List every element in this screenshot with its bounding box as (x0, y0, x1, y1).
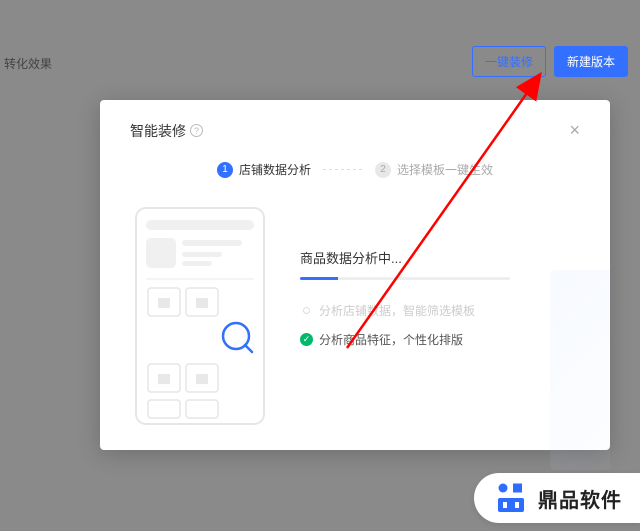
task-done: ✓ 分析商品特征，个性化排版 (300, 331, 580, 348)
smart-decorate-modal: 智能装修 ? × 1 店铺数据分析 2 选择模板一键生效 (100, 100, 610, 450)
progress-area: 商品数据分析中... 分析店铺数据，智能筛选模板 ✓ 分析商品特征，个性化排版 (300, 206, 580, 431)
progress-label: 商品数据分析中... (300, 248, 580, 267)
brand-name: 鼎品软件 (538, 484, 622, 513)
top-buttons: 一键装修 新建版本 (472, 46, 628, 77)
step-indicator: 1 店铺数据分析 2 选择模板一键生效 (130, 161, 580, 178)
brand-badge: 鼎品软件 (474, 473, 640, 523)
check-icon: ✓ (300, 333, 313, 346)
progress-fill (300, 277, 338, 280)
step-1: 1 店铺数据分析 (217, 161, 311, 178)
help-icon[interactable]: ? (190, 124, 203, 137)
phone-mockup (130, 206, 270, 431)
close-icon[interactable]: × (569, 120, 580, 141)
page-label: 转化效果 (4, 55, 52, 72)
decorative-panel (550, 270, 610, 470)
step-2: 2 选择模板一键生效 (375, 161, 493, 178)
one-click-decorate-button[interactable]: 一键装修 (472, 46, 546, 77)
task-pending: 分析店铺数据，智能筛选模板 (300, 302, 580, 319)
modal-title: 智能装修 ? (130, 121, 203, 141)
new-version-button[interactable]: 新建版本 (554, 46, 628, 77)
progress-bar (300, 277, 510, 280)
step-divider (323, 169, 363, 170)
brand-logo-icon (494, 481, 528, 515)
circle-icon (300, 304, 313, 317)
